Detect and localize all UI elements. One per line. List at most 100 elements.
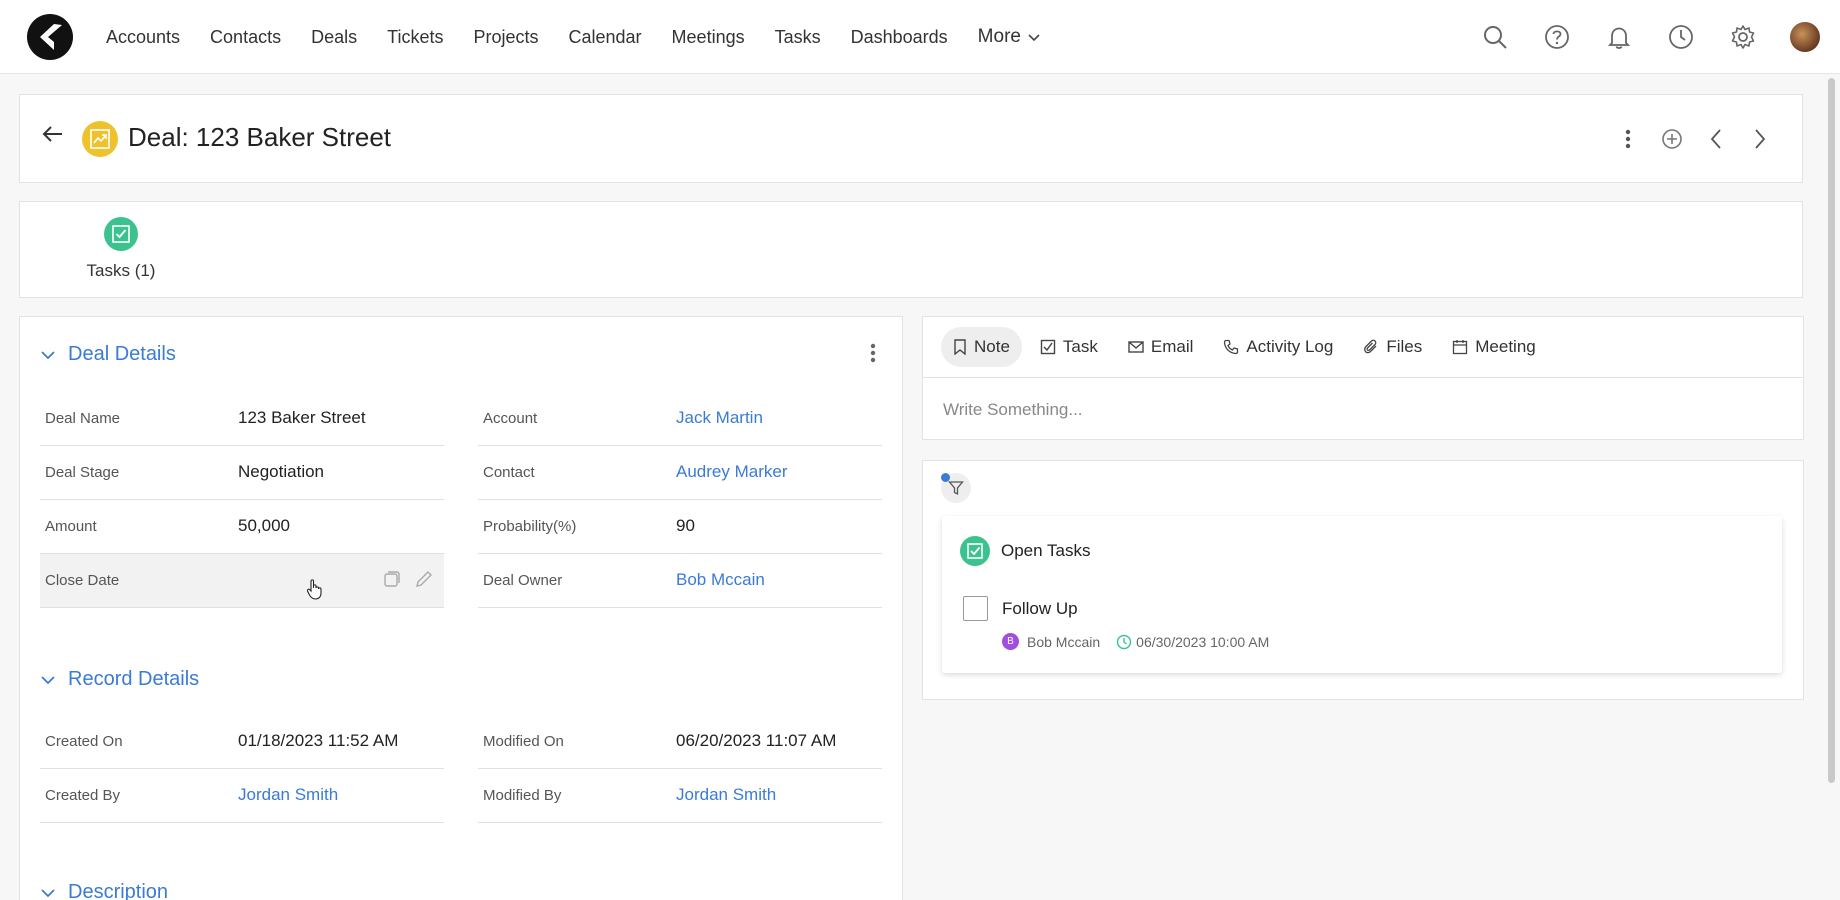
nav-calendar[interactable]: Calendar xyxy=(569,27,642,48)
tab-task[interactable]: Task xyxy=(1028,327,1110,367)
field-value-link[interactable]: Bob Mccain xyxy=(676,570,765,590)
task-owner: Bob Mccain xyxy=(1027,633,1101,650)
field-label: Modified On xyxy=(483,733,564,750)
nav-projects[interactable]: Projects xyxy=(473,27,538,48)
field-label: Account xyxy=(483,410,538,427)
task-meta: B Bob Mccain 06/30/2023 10:00 AM xyxy=(1002,633,1269,650)
nav-tasks[interactable]: Tasks xyxy=(775,27,821,48)
nav-tickets[interactable]: Tickets xyxy=(387,27,443,48)
field-value: 01/18/2023 11:52 AM xyxy=(238,731,399,750)
record-title: Deal: 123 Baker Street xyxy=(128,122,392,152)
field-deal-owner[interactable]: Deal Owner Bob Mccain xyxy=(478,554,882,608)
task-complete-checkbox[interactable] xyxy=(963,596,988,621)
related-tasks-label: Tasks (1) xyxy=(86,261,156,280)
owner-initial-badge: B xyxy=(1002,633,1019,650)
task-due-date: 06/30/2023 10:00 AM xyxy=(1136,633,1270,650)
activity-composer: Note Task Email Activity Log Files Meeti… xyxy=(922,316,1804,440)
section-more-icon[interactable] xyxy=(870,343,876,368)
divider xyxy=(923,377,1803,378)
tab-label: Task xyxy=(1062,337,1098,356)
clock-icon xyxy=(1116,634,1132,649)
field-modified-on: Modified On 06/20/2023 11:07 AM xyxy=(478,715,882,769)
field-label: Modified By xyxy=(483,787,562,804)
pencil-icon[interactable] xyxy=(414,569,434,589)
tab-note[interactable]: Note xyxy=(941,327,1022,367)
chevron-down-icon xyxy=(1028,34,1040,42)
deal-trend-icon xyxy=(82,121,118,157)
field-deal-name[interactable]: Deal Name 123 Baker Street xyxy=(40,392,444,446)
calendar-icon xyxy=(1453,340,1468,355)
field-value-link[interactable]: Jack Martin xyxy=(676,408,763,428)
back-arrow-icon[interactable] xyxy=(42,125,64,148)
field-label: Deal Stage xyxy=(45,464,120,481)
copy-icon[interactable] xyxy=(382,569,402,589)
tab-activity-log[interactable]: Activity Log xyxy=(1211,327,1345,367)
field-value-link[interactable]: Jordan Smith xyxy=(676,785,776,805)
related-tasks-tab[interactable]: Tasks (1) xyxy=(66,217,176,281)
field-value: Negotiation xyxy=(238,462,325,481)
note-input[interactable]: Write Something... xyxy=(943,400,1083,420)
related-records-bar: Tasks (1) xyxy=(19,201,1803,298)
tab-email[interactable]: Email xyxy=(1116,327,1206,367)
nav-meetings[interactable]: Meetings xyxy=(672,27,745,48)
search-icon[interactable] xyxy=(1464,0,1526,74)
more-options-icon[interactable] xyxy=(1606,119,1650,159)
top-navbar: Accounts Contacts Deals Tickets Projects… xyxy=(0,0,1840,74)
gear-icon[interactable] xyxy=(1712,0,1774,74)
field-value-link[interactable]: Jordan Smith xyxy=(238,785,338,805)
nav-more-menu[interactable]: More xyxy=(978,26,1041,48)
field-account[interactable]: Account Jack Martin xyxy=(478,392,882,446)
hand-cursor-icon xyxy=(306,579,322,600)
chevron-down-icon xyxy=(41,350,55,359)
paperclip-icon xyxy=(1364,339,1377,354)
task-name[interactable]: Follow Up xyxy=(1002,599,1078,619)
field-close-date[interactable]: Close Date xyxy=(40,554,444,608)
description-header[interactable]: Description xyxy=(40,881,168,900)
field-amount[interactable]: Amount 50,000 xyxy=(40,500,444,554)
nav-deals[interactable]: Deals xyxy=(311,27,357,48)
field-probability[interactable]: Probability(%) 90 xyxy=(478,500,882,554)
bell-icon[interactable] xyxy=(1588,0,1650,74)
task-check-icon xyxy=(104,217,138,251)
user-avatar[interactable] xyxy=(1790,22,1820,52)
tab-label: Activity Log xyxy=(1246,337,1334,356)
nav-more-label: More xyxy=(977,26,1021,47)
field-created-on: Created On 01/18/2023 11:52 AM xyxy=(40,715,444,769)
tab-label: Meeting xyxy=(1475,337,1536,356)
deal-details-header[interactable]: Deal Details xyxy=(40,343,176,366)
checkbox-icon xyxy=(1040,339,1056,355)
field-deal-stage[interactable]: Deal Stage Negotiation xyxy=(40,446,444,500)
field-value: 06/20/2023 11:07 AM xyxy=(676,731,837,750)
next-record-icon[interactable] xyxy=(1738,119,1782,159)
nav-accounts[interactable]: Accounts xyxy=(106,27,180,48)
chevron-down-icon xyxy=(41,675,55,684)
envelope-icon xyxy=(1128,341,1144,353)
clock-icon[interactable] xyxy=(1650,0,1712,74)
tab-meeting[interactable]: Meeting xyxy=(1440,327,1547,367)
help-icon[interactable] xyxy=(1526,0,1588,74)
field-modified-by: Modified By Jordan Smith xyxy=(478,769,882,823)
tab-label: Files xyxy=(1386,337,1423,356)
filter-active-dot xyxy=(941,473,950,482)
field-label: Deal Owner xyxy=(483,572,563,589)
field-label: Deal Name xyxy=(45,410,121,427)
nav-dashboards[interactable]: Dashboards xyxy=(851,27,948,48)
field-label: Amount xyxy=(45,518,97,535)
record-details-header[interactable]: Record Details xyxy=(40,668,199,691)
field-label: Probability(%) xyxy=(483,518,577,535)
field-contact[interactable]: Contact Audrey Marker xyxy=(478,446,882,500)
app-logo[interactable] xyxy=(27,14,73,60)
record-details-title: Record Details xyxy=(68,668,200,690)
page-scrollbar[interactable] xyxy=(1828,78,1835,783)
phone-icon xyxy=(1224,339,1239,355)
previous-record-icon[interactable] xyxy=(1694,119,1738,159)
add-circle-icon[interactable] xyxy=(1650,119,1694,159)
open-tasks-card: Open Tasks Follow Up B Bob Mccain 06/30/… xyxy=(942,516,1782,673)
field-label: Created By xyxy=(45,787,121,804)
tab-files[interactable]: Files xyxy=(1351,327,1434,367)
field-value-link[interactable]: Audrey Marker xyxy=(676,462,787,482)
nav-contacts[interactable]: Contacts xyxy=(210,27,281,48)
field-label: Contact xyxy=(483,464,535,481)
field-value: 123 Baker Street xyxy=(238,408,366,427)
tab-label: Email xyxy=(1150,337,1194,356)
